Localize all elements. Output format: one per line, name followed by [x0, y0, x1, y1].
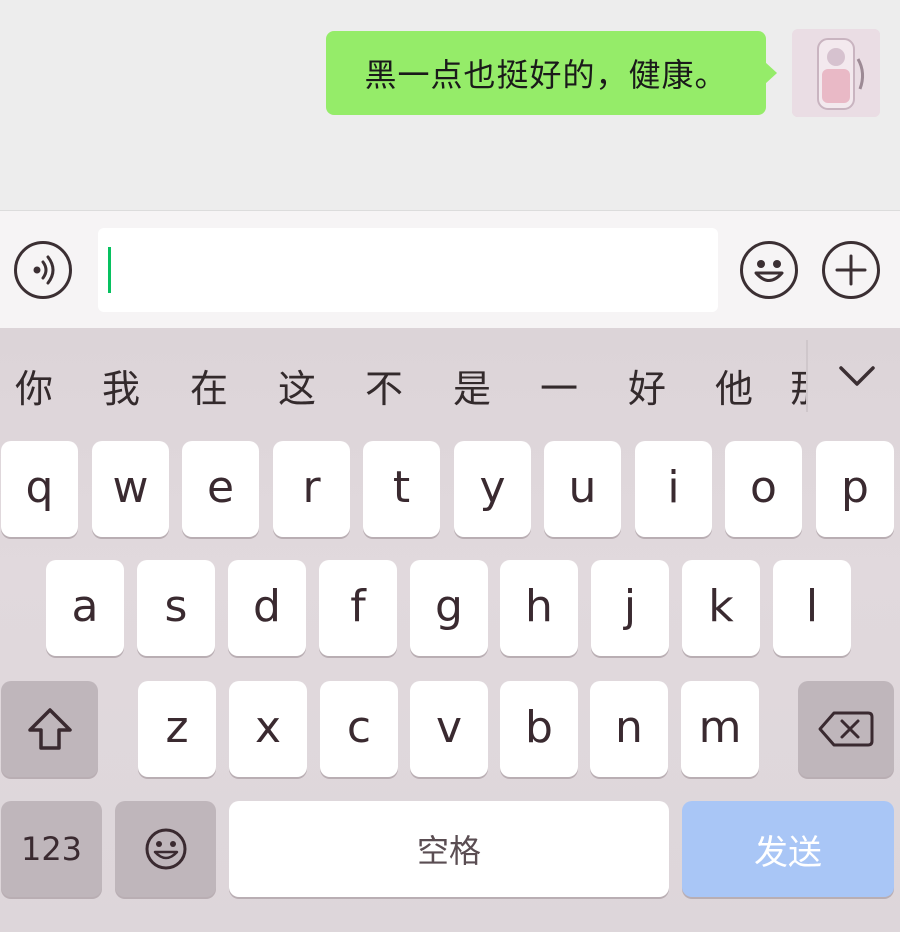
key-u[interactable]: u	[544, 441, 621, 537]
key-label: m	[698, 701, 742, 753]
input-bar	[0, 210, 900, 328]
space-key-label: 空格	[416, 832, 481, 870]
candidate-divider	[806, 340, 808, 412]
key-w[interactable]: w	[92, 441, 169, 537]
plus-icon	[835, 254, 867, 286]
message-input[interactable]	[98, 228, 718, 312]
chevron-down-icon	[839, 366, 875, 386]
candidate-item[interactable]: 你	[4, 358, 64, 413]
key-label: h	[525, 580, 553, 632]
chat-area: 黑一点也挺好的，健康。	[0, 0, 900, 210]
key-n[interactable]: n	[590, 681, 668, 777]
space-key[interactable]: 空格	[229, 801, 669, 897]
candidate-item[interactable]: 他	[704, 358, 764, 413]
smiley-icon	[754, 260, 784, 282]
key-t[interactable]: t	[363, 441, 440, 537]
shift-key[interactable]	[1, 681, 98, 777]
key-label: k	[708, 580, 734, 632]
key-label: b	[525, 701, 553, 753]
key-label: g	[435, 580, 463, 632]
backspace-icon	[818, 711, 874, 747]
key-label: f	[350, 580, 366, 632]
key-i[interactable]: i	[635, 441, 712, 537]
key-label: v	[435, 701, 463, 753]
emoji-key[interactable]	[115, 801, 216, 897]
key-m[interactable]: m	[681, 681, 759, 777]
key-c[interactable]: c	[320, 681, 398, 777]
key-label: u	[568, 461, 597, 513]
message-text: 黑一点也挺好的，健康。	[364, 56, 728, 94]
candidate-item[interactable]: 我	[91, 358, 151, 413]
key-label: s	[164, 580, 188, 632]
candidate-bar: 你 我 在 这 不 是 一 好 他 那	[0, 328, 900, 438]
key-label: t	[392, 461, 411, 513]
key-label: a	[71, 580, 99, 632]
emoji-button[interactable]	[740, 241, 798, 299]
key-e[interactable]: e	[182, 441, 259, 537]
avatar-image-icon	[792, 29, 880, 117]
key-label: c	[346, 701, 372, 753]
key-k[interactable]: k	[682, 560, 760, 656]
key-q[interactable]: q	[1, 441, 78, 537]
key-d[interactable]: d	[228, 560, 306, 656]
key-s[interactable]: s	[137, 560, 215, 656]
key-j[interactable]: j	[591, 560, 669, 656]
expand-candidates-button[interactable]	[832, 352, 882, 402]
key-label: q	[25, 461, 54, 513]
key-p[interactable]: p	[816, 441, 894, 537]
text-caret	[108, 247, 111, 293]
key-label: n	[615, 701, 643, 753]
more-button[interactable]	[822, 241, 880, 299]
avatar[interactable]	[792, 29, 880, 117]
key-h[interactable]: h	[500, 560, 578, 656]
voice-button[interactable]	[14, 241, 72, 299]
candidate-item[interactable]: 好	[617, 358, 677, 413]
key-y[interactable]: y	[454, 441, 531, 537]
keyboard: 你 我 在 这 不 是 一 好 他 那 q w e r t y u i o p …	[0, 328, 900, 932]
key-label: d	[253, 580, 281, 632]
delete-key[interactable]	[798, 681, 894, 777]
key-a[interactable]: a	[46, 560, 124, 656]
smiley-icon	[145, 828, 186, 870]
numbers-key[interactable]: 123	[1, 801, 102, 897]
key-label: w	[112, 461, 149, 513]
message-bubble[interactable]: 黑一点也挺好的，健康。	[326, 31, 766, 115]
key-f[interactable]: f	[319, 560, 397, 656]
key-b[interactable]: b	[500, 681, 578, 777]
key-r[interactable]: r	[273, 441, 350, 537]
numbers-key-label: 123	[20, 830, 83, 868]
key-label: p	[841, 461, 869, 513]
candidate-item[interactable]: 是	[442, 358, 502, 413]
key-z[interactable]: z	[138, 681, 216, 777]
key-o[interactable]: o	[725, 441, 802, 537]
candidate-item[interactable]: 那	[790, 358, 806, 413]
key-v[interactable]: v	[410, 681, 488, 777]
key-label: r	[302, 461, 321, 513]
send-button[interactable]: 发送	[682, 801, 894, 897]
voice-icon	[33, 255, 55, 285]
key-label: e	[206, 461, 235, 513]
key-label: o	[750, 461, 777, 513]
key-g[interactable]: g	[410, 560, 488, 656]
key-label: z	[165, 701, 189, 753]
candidate-item[interactable]: 一	[529, 358, 589, 413]
key-label: j	[623, 580, 637, 632]
key-label: l	[805, 580, 819, 632]
key-label: y	[479, 461, 506, 513]
key-x[interactable]: x	[229, 681, 307, 777]
candidate-item[interactable]: 在	[179, 358, 239, 413]
key-l[interactable]: l	[773, 560, 851, 656]
key-label: i	[667, 461, 680, 513]
key-label: x	[254, 701, 282, 753]
candidate-item[interactable]: 这	[267, 358, 327, 413]
shift-arrow-icon	[27, 708, 72, 750]
bubble-tail	[765, 62, 777, 84]
candidate-item[interactable]: 不	[354, 358, 414, 413]
send-button-label: 发送	[754, 832, 822, 873]
